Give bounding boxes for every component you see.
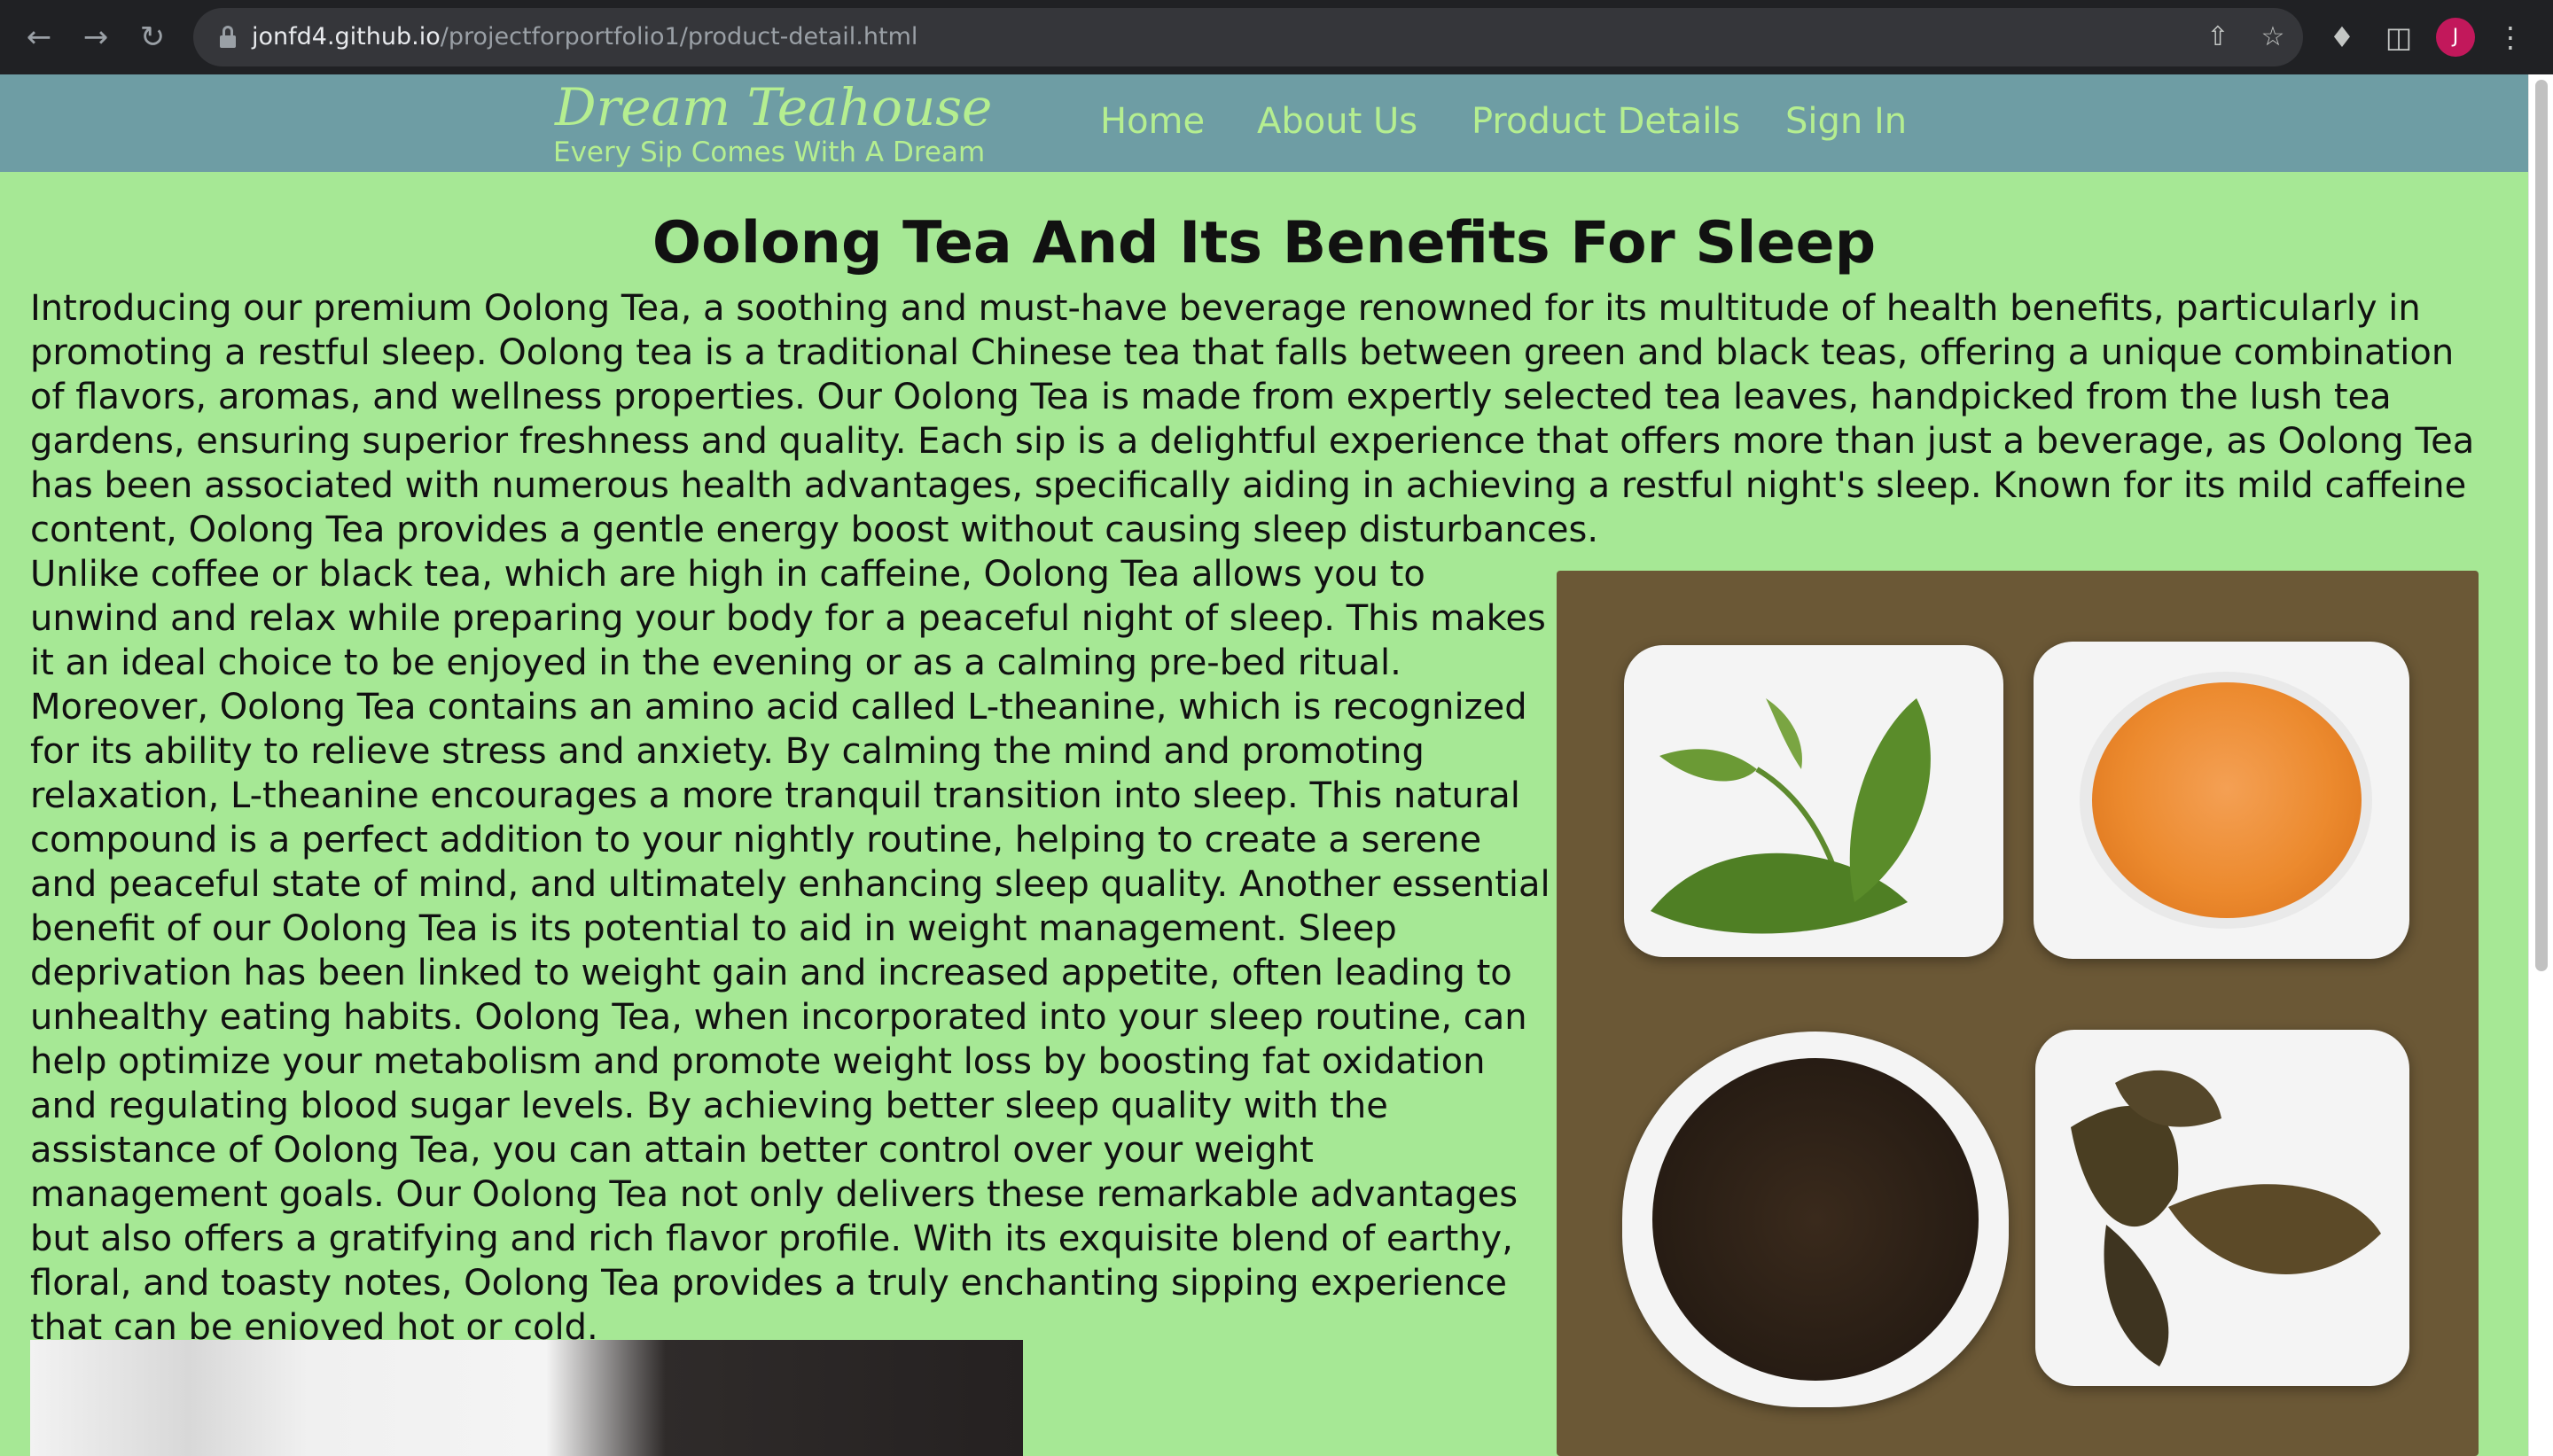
profile-avatar[interactable]: J xyxy=(2436,18,2475,57)
forward-arrow-icon[interactable]: → xyxy=(74,16,117,58)
site-header: Dream Teahouse Every Sip Comes With A Dr… xyxy=(0,74,2528,172)
star-icon[interactable]: ☆ xyxy=(2253,18,2292,57)
benefits-paragraph: Unlike coffee or black tea, which are hi… xyxy=(30,554,1550,1348)
dish-fresh-leaves xyxy=(1624,645,2003,957)
url-path: /projectforportfolio1/product-detail.htm… xyxy=(440,23,918,51)
brand-title[interactable]: Dream Teahouse xyxy=(555,74,992,140)
dish-tea-liquor xyxy=(2034,642,2409,959)
menu-icon[interactable]: ⋮ xyxy=(2493,16,2528,58)
url-text[interactable]: jonfd4.github.io/projectforportfolio1/pr… xyxy=(252,8,917,66)
nav-about-us[interactable]: About Us xyxy=(1257,97,1417,146)
browser-toolbar: ← → ↻ jonfd4.github.io/projectforportfol… xyxy=(0,0,2553,74)
dish-brewed-leaves xyxy=(2035,1030,2409,1386)
side-panel-icon[interactable]: ◫ xyxy=(2377,16,2420,58)
scrollbar-thumb[interactable] xyxy=(2535,80,2548,971)
back-arrow-icon[interactable]: ← xyxy=(18,16,60,58)
lock-icon[interactable] xyxy=(220,26,236,49)
reload-icon[interactable]: ↻ xyxy=(131,16,174,58)
address-bar[interactable]: jonfd4.github.io/projectforportfolio1/pr… xyxy=(193,8,2303,66)
intro-paragraph: Introducing our premium Oolong Tea, a so… xyxy=(30,288,2475,550)
nav-product-details[interactable]: Product Details xyxy=(1472,97,1740,146)
extensions-icon[interactable]: ♦ xyxy=(2321,16,2363,58)
person-photo xyxy=(30,1340,1023,1456)
page-scrollbar[interactable] xyxy=(2528,74,2553,1456)
brand-tagline: Every Sip Comes With A Dream xyxy=(553,136,986,168)
dish-rolled-leaves xyxy=(1622,1032,2009,1407)
nav-sign-in[interactable]: Sign In xyxy=(1785,97,1907,146)
share-icon[interactable]: ⇧ xyxy=(2198,18,2237,57)
oolong-tea-image xyxy=(1557,571,2479,1456)
url-host: jonfd4.github.io xyxy=(252,23,441,51)
nav-home[interactable]: Home xyxy=(1100,97,1205,146)
page-title: Oolong Tea And Its Benefits For Sleep xyxy=(652,210,1877,276)
